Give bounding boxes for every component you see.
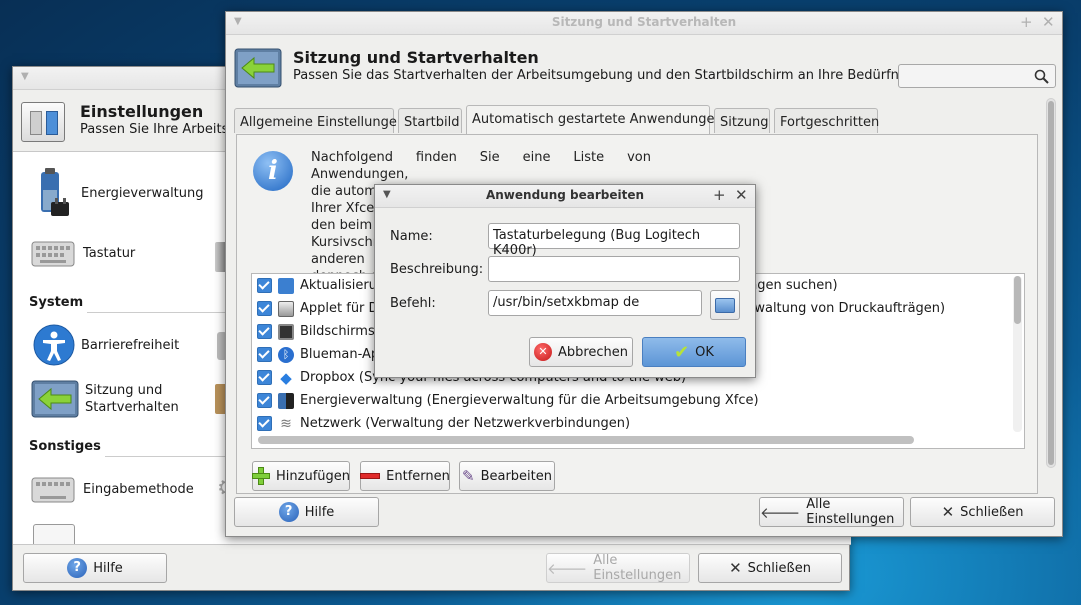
browse-button[interactable]	[710, 290, 740, 320]
tab-automatisch-gestartete-anwendungen[interactable]: Automatisch gestartete Anwendungen	[466, 105, 723, 134]
close-icon: ✕	[729, 559, 742, 577]
edit-button[interactable]: ✎ Bearbeiten	[459, 461, 555, 491]
ok-button[interactable]: ✔ OK	[642, 337, 746, 367]
section-separator	[87, 312, 227, 313]
cancel-button[interactable]: ✕ Abbrechen	[529, 337, 633, 367]
window-vertical-scrollbar[interactable]	[1046, 98, 1056, 468]
command-field[interactable]: /usr/bin/setxkbmap de	[488, 290, 702, 316]
search-input[interactable]	[898, 64, 1056, 88]
dialog-titlebar[interactable]: ▼ Anwendung bearbeiten + ✕	[375, 185, 755, 208]
dialog-title: Anwendung bearbeiten	[485, 188, 645, 202]
session-titlebar-text: Sitzung und Startverhalten	[551, 15, 737, 29]
settings-title: Einstellungen	[80, 102, 204, 121]
section-system: System	[29, 295, 84, 310]
close-icon[interactable]: ✕	[1042, 13, 1055, 31]
info-icon: i	[253, 151, 293, 191]
settings-item-barrierefreiheit[interactable]: Barrierefreiheit	[33, 324, 179, 366]
keyboard-icon	[31, 236, 77, 270]
settings-item-label: Energieverwaltung	[81, 185, 204, 201]
settings-help-button[interactable]: ? Hilfe	[23, 553, 167, 583]
settings-item-label: Eingabemethode	[83, 481, 194, 497]
settings-close-button[interactable]: ✕ Schließen	[698, 553, 842, 583]
partial-item-icon	[33, 524, 75, 544]
list-item[interactable]: Energieverwaltung (Energieverwaltung für…	[252, 389, 1008, 412]
enabled-checkbox[interactable]	[257, 324, 272, 339]
cancel-icon: ✕	[533, 343, 552, 361]
list-horizontal-scrollbar[interactable]	[258, 436, 914, 444]
close-icon[interactable]: ✕	[735, 186, 748, 204]
enabled-checkbox[interactable]	[257, 393, 272, 408]
add-button[interactable]: Hinzufügen	[252, 461, 350, 491]
back-arrow-icon: 🡐	[547, 559, 588, 578]
keyboard-icon	[31, 472, 77, 506]
scrollbar-thumb[interactable]	[1048, 101, 1054, 465]
tab-startbild[interactable]: Startbild	[398, 108, 462, 133]
plus-icon	[252, 467, 270, 485]
settings-item-label: Tastatur	[83, 245, 136, 261]
battery-icon	[35, 168, 75, 218]
enabled-checkbox[interactable]	[257, 370, 272, 385]
enabled-checkbox[interactable]	[257, 347, 272, 362]
session-subtitle: Passen Sie das Startverhalten der Arbeit…	[293, 68, 945, 83]
list-vertical-scrollbar[interactable]	[1013, 276, 1022, 432]
battery-icon	[278, 392, 294, 409]
settings-app-icon	[21, 102, 65, 142]
minus-icon	[360, 473, 381, 479]
settings-subtitle: Passen Sie Ihre Arbeitsu	[80, 122, 237, 137]
settings-all-settings-button[interactable]: 🡐 Alle Einstellungen	[546, 553, 690, 583]
printer-icon	[278, 300, 294, 317]
settings-item-eingabemethode[interactable]: Eingabemethode	[31, 472, 194, 506]
session-help-button[interactable]: ? Hilfe	[234, 497, 379, 527]
screensaver-icon	[278, 323, 294, 340]
accessibility-icon	[33, 324, 75, 366]
stick-icon[interactable]: +	[1020, 13, 1033, 31]
enabled-checkbox[interactable]	[257, 301, 272, 316]
folder-icon	[715, 297, 735, 313]
session-all-settings-button[interactable]: 🡐 Alle Einstellungen	[759, 497, 904, 527]
stick-icon[interactable]: +	[713, 186, 726, 204]
tab-fortgeschritten[interactable]: Fortgeschritten	[774, 108, 879, 133]
checkmark-icon: ✔	[674, 341, 690, 363]
edit-app-dialog: ▼ Anwendung bearbeiten + ✕ Name: Tastatu…	[374, 184, 756, 378]
session-close-button[interactable]: ✕ Schließen	[910, 497, 1055, 527]
close-icon: ✕	[941, 503, 955, 521]
session-title: Sitzung und Startverhalten	[293, 48, 539, 67]
session-titlebar[interactable]: ▼ Sitzung und Startverhalten + ✕	[226, 12, 1062, 35]
settings-item-energieverwaltung[interactable]: Energieverwaltung	[35, 168, 204, 218]
session-app-icon	[234, 48, 282, 88]
list-item[interactable]: ≋ Netzwerk (Verwaltung der Netzwerkverbi…	[252, 412, 1008, 435]
name-label: Name:	[390, 229, 433, 244]
name-field[interactable]: Tastaturbelegung (Bug Logitech K400r)	[488, 223, 740, 258]
remove-button[interactable]: Entfernen	[360, 461, 450, 491]
help-icon: ?	[278, 502, 299, 522]
wifi-icon: ≋	[280, 415, 292, 432]
pencil-icon: ✎	[461, 467, 475, 485]
session-icon	[31, 380, 79, 418]
settings-item-tastatur[interactable]: Tastatur	[31, 236, 135, 270]
settings-item-label: Sitzung und Startverhalten	[85, 383, 179, 415]
command-label: Befehl:	[390, 296, 436, 311]
bluetooth-icon: ᛒ	[278, 346, 294, 363]
enabled-checkbox[interactable]	[257, 416, 272, 431]
dropbox-icon: ◆	[280, 368, 292, 387]
tab-sitzung[interactable]: Sitzung	[714, 108, 770, 133]
back-arrow-icon: 🡐	[760, 503, 801, 522]
enabled-checkbox[interactable]	[257, 278, 272, 293]
window-menu-icon[interactable]: ▼	[21, 71, 29, 82]
scrollbar-thumb[interactable]	[1014, 276, 1021, 324]
help-icon: ?	[67, 558, 88, 578]
section-sonstiges: Sonstiges	[29, 439, 101, 454]
search-icon	[1034, 69, 1049, 84]
description-label: Beschreibung:	[390, 262, 484, 277]
description-field[interactable]	[488, 256, 740, 282]
tab-allgemeine-einstellungen[interactable]: Allgemeine Einstellungen	[234, 108, 405, 133]
settings-item-label: Barrierefreiheit	[81, 337, 180, 353]
section-separator	[105, 456, 227, 457]
update-icon	[278, 277, 294, 294]
settings-item-sitzung[interactable]: Sitzung und Startverhalten	[31, 380, 179, 418]
